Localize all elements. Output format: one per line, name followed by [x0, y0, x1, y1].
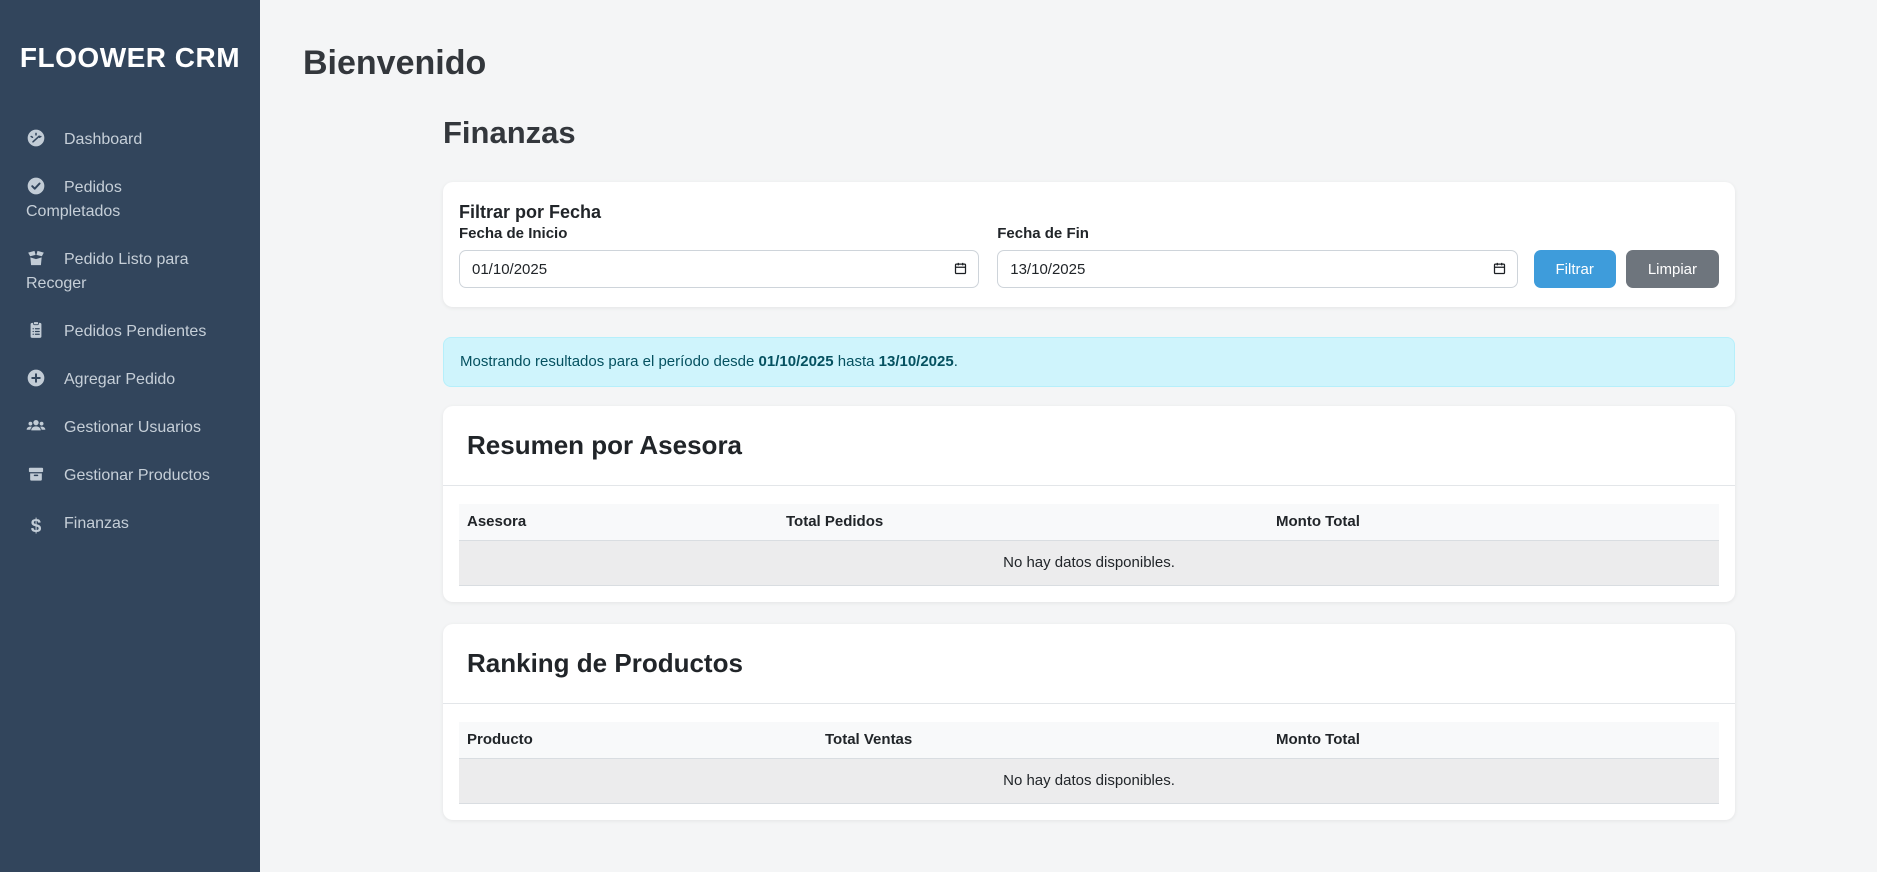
empty-table-row: No hay datos disponibles.: [459, 541, 1719, 586]
advisor-summary-title: Resumen por Asesora: [467, 426, 1711, 464]
column-header-monto-total: Monto Total: [1268, 722, 1719, 759]
box-icon: [26, 464, 46, 484]
end-date-input[interactable]: [997, 250, 1517, 288]
column-header-total-ventas: Total Ventas: [817, 722, 1268, 759]
sidebar-item-finanzas[interactable]: $ Finanzas: [0, 512, 260, 536]
product-ranking-title: Ranking de Productos: [467, 644, 1711, 682]
column-header-monto-total: Monto Total: [1268, 504, 1719, 541]
product-ranking-table: Producto Total Ventas Monto Total No hay…: [459, 722, 1719, 804]
sidebar-nav: Dashboard Pedidos Completados Pedido Lis…: [0, 128, 260, 536]
sidebar-item-label: Gestionar Productos: [64, 467, 210, 484]
product-ranking-card: Ranking de Productos Producto Total Vent…: [443, 624, 1735, 820]
sidebar-item-label: Pedidos Pendientes: [64, 323, 206, 340]
calendar-icon[interactable]: [953, 261, 968, 276]
sidebar-item-gestionar-productos[interactable]: Gestionar Productos: [0, 464, 260, 488]
alert-text: Mostrando resultados para el período des…: [460, 353, 759, 370]
empty-message: No hay datos disponibles.: [459, 541, 1719, 586]
app-brand: FLOOWER CRM: [0, 42, 260, 74]
start-date-input[interactable]: [459, 250, 979, 288]
advisor-summary-table: Asesora Total Pedidos Monto Total No hay…: [459, 504, 1719, 586]
advisor-summary-card: Resumen por Asesora Asesora Total Pedido…: [443, 406, 1735, 602]
clipboard-list-icon: [26, 320, 46, 340]
gauge-icon: [26, 128, 46, 148]
box-open-icon: [26, 248, 46, 268]
check-circle-icon: [26, 176, 46, 196]
plus-circle-icon: [26, 368, 46, 388]
alert-text: .: [954, 353, 958, 370]
alert-end-date: 13/10/2025: [879, 353, 954, 370]
sidebar-item-label: Agregar Pedido: [64, 371, 175, 388]
sidebar-item-label: Pedido Listo para Recoger: [26, 251, 189, 292]
date-filter-card: Filtrar por Fecha Fecha de Inicio Fecha …: [443, 182, 1735, 307]
alert-start-date: 01/10/2025: [759, 353, 834, 370]
sidebar-item-label: Dashboard: [64, 131, 142, 148]
users-icon: [26, 416, 46, 436]
sidebar-item-pedidos-pendientes[interactable]: Pedidos Pendientes: [0, 320, 260, 344]
section-title: Finanzas: [443, 115, 1735, 151]
sidebar-item-gestionar-usuarios[interactable]: Gestionar Usuarios: [0, 416, 260, 440]
filter-title: Filtrar por Fecha: [459, 200, 1719, 224]
sidebar-item-label: Finanzas: [64, 515, 129, 532]
column-header-total-pedidos: Total Pedidos: [778, 504, 1268, 541]
main-content: Bienvenido Finanzas Filtrar por Fecha Fe…: [260, 0, 1877, 872]
column-header-producto: Producto: [459, 722, 817, 759]
start-date-label: Fecha de Inicio: [459, 224, 979, 244]
dollar-sign-icon: $: [26, 515, 46, 535]
sidebar-item-dashboard[interactable]: Dashboard: [0, 128, 260, 152]
end-date-label: Fecha de Fin: [997, 224, 1517, 244]
sidebar-item-pedido-listo-para-recoger[interactable]: Pedido Listo para Recoger: [0, 248, 260, 296]
column-header-asesora: Asesora: [459, 504, 778, 541]
page-title: Bienvenido: [303, 44, 1877, 83]
clear-button[interactable]: Limpiar: [1626, 250, 1719, 288]
empty-message: No hay datos disponibles.: [459, 759, 1719, 804]
date-range-alert: Mostrando resultados para el período des…: [443, 337, 1735, 387]
sidebar-item-pedidos-completados[interactable]: Pedidos Completados: [0, 176, 260, 224]
calendar-icon[interactable]: [1492, 261, 1507, 276]
sidebar: FLOOWER CRM Dashboard Pedidos Completado…: [0, 0, 260, 872]
empty-table-row: No hay datos disponibles.: [459, 759, 1719, 804]
alert-text: hasta: [834, 353, 879, 370]
sidebar-item-agregar-pedido[interactable]: Agregar Pedido: [0, 368, 260, 392]
filter-button[interactable]: Filtrar: [1534, 250, 1616, 288]
sidebar-item-label: Gestionar Usuarios: [64, 419, 201, 436]
